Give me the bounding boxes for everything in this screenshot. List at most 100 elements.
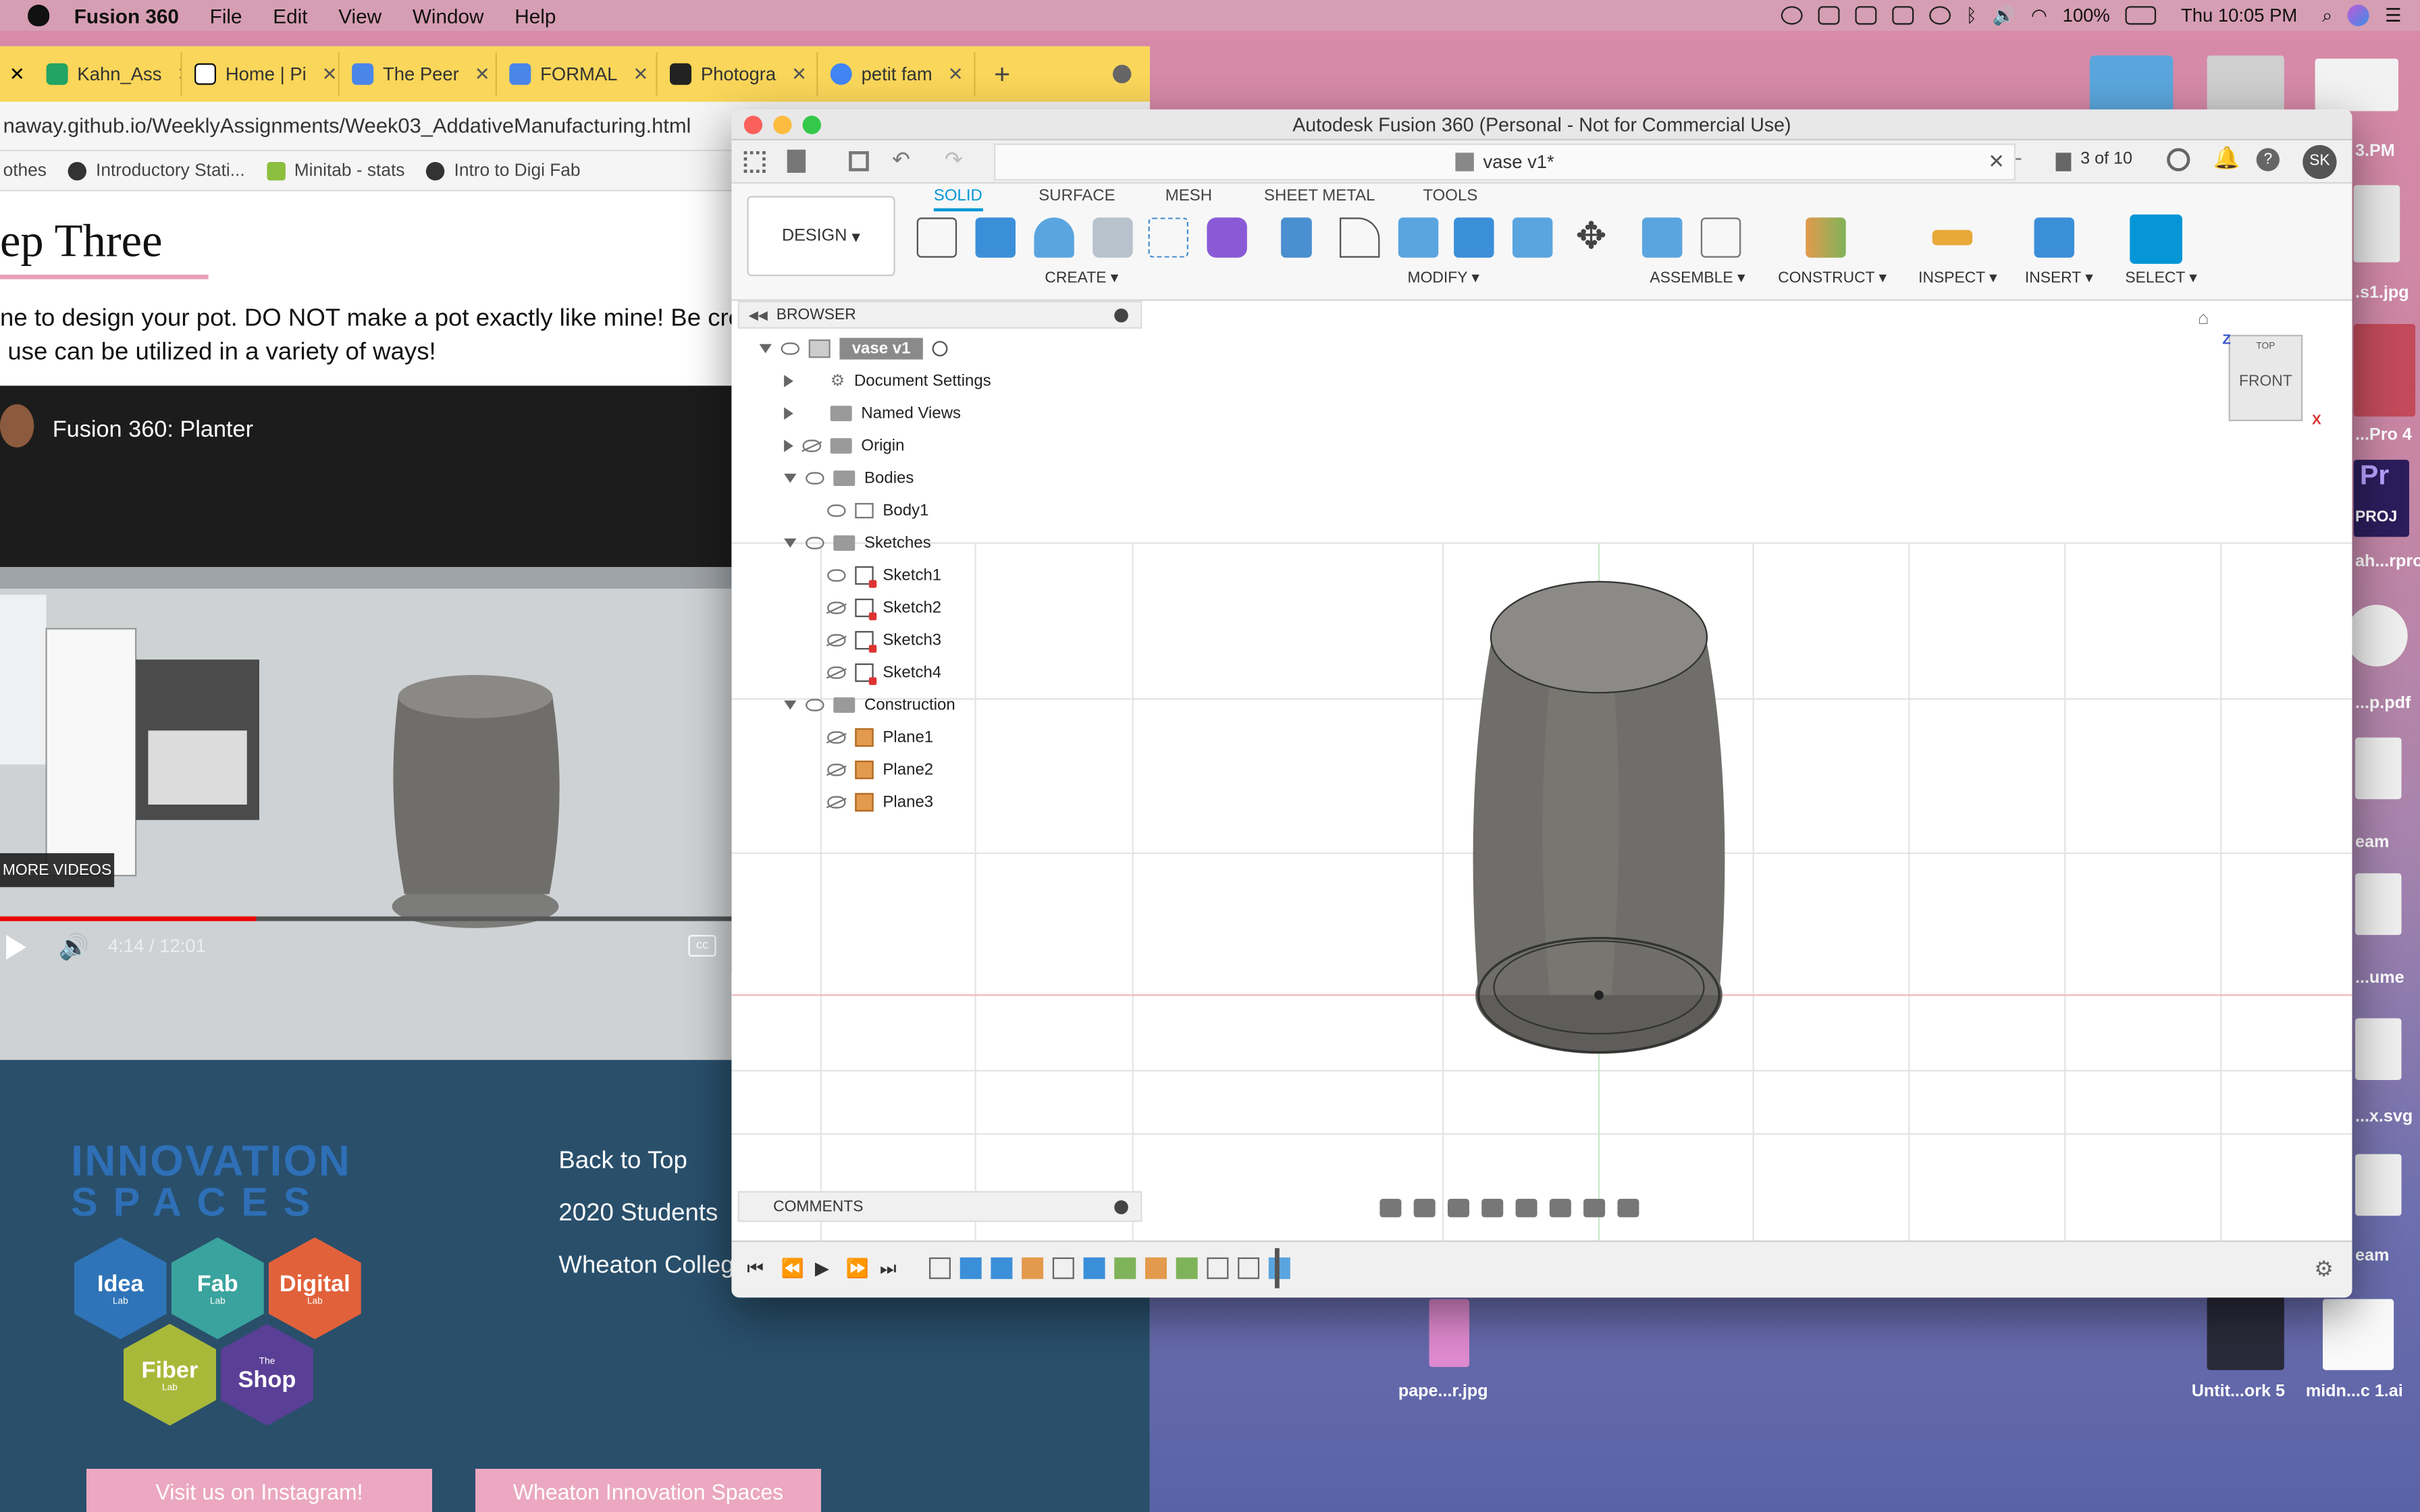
group-assemble[interactable]: ASSEMBLE ▾	[1650, 270, 1745, 287]
form-icon[interactable]	[1207, 217, 1247, 258]
visibility-off-icon[interactable]	[802, 439, 821, 452]
display-settings-icon[interactable]	[1549, 1198, 1571, 1218]
tree-item[interactable]: Sketches	[784, 529, 931, 557]
tree-item[interactable]: Plane3	[809, 788, 933, 816]
tree-item[interactable]: Sketch1	[809, 562, 941, 589]
tab-solid[interactable]: SOLID	[933, 187, 982, 212]
more-videos-button[interactable]: MORE VIDEOS	[0, 853, 115, 888]
timeline-step-sketch[interactable]	[1238, 1257, 1260, 1279]
timeline-step-plane[interactable]	[1114, 1257, 1136, 1279]
desktop-thumb-pink[interactable]	[1429, 1299, 1469, 1368]
footer-link-top[interactable]: Back to Top	[558, 1148, 687, 1176]
expanded-arrow-icon[interactable]	[784, 700, 797, 710]
expanded-arrow-icon[interactable]	[784, 473, 797, 483]
grid-icon[interactable]	[743, 151, 766, 173]
measure-icon[interactable]	[1932, 230, 1973, 246]
visibility-icon[interactable]	[806, 537, 824, 549]
expand-arrow-icon[interactable]	[784, 375, 793, 387]
browser-tab-2[interactable]: Home | Pi ✕	[182, 52, 340, 96]
tree-item[interactable]: Plane1	[809, 724, 933, 751]
tree-item[interactable]: Bodies	[784, 464, 914, 492]
tab-surface[interactable]: SURFACE	[1038, 187, 1115, 205]
volume-icon[interactable]: 🔊	[59, 932, 90, 963]
innovation-spaces-logo[interactable]: INNOVATION SPACES	[71, 1139, 351, 1222]
timeline-step-sketch[interactable]	[1052, 1257, 1074, 1279]
bell-icon[interactable]: 🔔	[2213, 145, 2240, 171]
clock[interactable]: Thu 10:05 PM	[2181, 5, 2297, 26]
expand-arrow-icon[interactable]	[784, 407, 793, 420]
view-cube[interactable]: TOP FRONT	[2228, 334, 2303, 421]
menu-help[interactable]: Help	[515, 4, 556, 27]
expanded-arrow-icon[interactable]	[784, 538, 797, 548]
folder-icon[interactable]	[2089, 55, 2174, 117]
battery-icon[interactable]	[2125, 6, 2157, 25]
tab-mesh[interactable]: MESH	[1165, 187, 1212, 205]
timeline-step-loft[interactable]	[1083, 1257, 1105, 1279]
visibility-icon[interactable]	[781, 342, 799, 355]
help-icon[interactable]: ?	[2256, 148, 2280, 171]
fillet-icon[interactable]	[1339, 217, 1380, 258]
creative-cloud-icon[interactable]	[1781, 6, 1803, 25]
minimize-icon[interactable]	[1114, 307, 1128, 322]
minimize-window-button[interactable]	[773, 115, 792, 134]
bookmark-1[interactable]: othes	[3, 161, 47, 180]
menu-file[interactable]: File	[210, 4, 242, 27]
tree-item[interactable]: Sketch4	[809, 659, 941, 686]
tree-item[interactable]: Sketch3	[809, 626, 941, 654]
shell-icon[interactable]	[1398, 217, 1439, 258]
browser-tab-5[interactable]: Photogra ✕	[658, 52, 818, 96]
new-component-icon[interactable]	[1641, 217, 1683, 258]
tree-item[interactable]: Named Views	[784, 400, 961, 427]
airplay-icon[interactable]	[1891, 6, 1914, 25]
timeline-marker[interactable]	[1274, 1248, 1280, 1289]
pattern-icon[interactable]	[1148, 217, 1188, 258]
menu-view[interactable]: View	[338, 4, 382, 27]
visibility-icon[interactable]	[827, 569, 846, 582]
create-sketch-icon[interactable]	[916, 217, 957, 258]
captions-icon[interactable]: cc	[688, 935, 716, 957]
desktop-thumb-file3[interactable]	[2355, 1018, 2402, 1080]
select-icon[interactable]	[2130, 214, 2182, 264]
innovation-spaces-button[interactable]: Wheaton Innovation Spaces	[475, 1468, 821, 1512]
workspace-switcher[interactable]: DESIGN ▾	[747, 196, 895, 277]
close-icon[interactable]: ✕	[948, 63, 964, 85]
comments-panel[interactable]: COMMENTS	[737, 1191, 1142, 1222]
group-insert[interactable]: INSERT ▾	[2025, 270, 2093, 287]
close-icon[interactable]: ✕	[633, 63, 648, 85]
combine-icon[interactable]	[1454, 217, 1494, 258]
desktop-thumb-file1[interactable]	[2355, 737, 2402, 799]
close-icon[interactable]: ✕	[0, 63, 34, 85]
visibility-icon[interactable]	[806, 472, 824, 485]
desktop-thumb-photo[interactable]	[2207, 55, 2284, 111]
tree-item[interactable]: Origin	[784, 432, 904, 460]
volume-icon[interactable]: 🔊	[1993, 5, 2016, 26]
timeline-step-extrude[interactable]	[959, 1257, 982, 1279]
pan-icon[interactable]	[1447, 1198, 1469, 1218]
look-at-icon[interactable]	[1413, 1198, 1436, 1218]
hole-icon[interactable]	[1093, 217, 1133, 258]
timeline-step-sketch[interactable]	[928, 1257, 951, 1279]
footer-link-students[interactable]: 2020 Students	[558, 1200, 718, 1228]
collapse-icon[interactable]: ◀◀	[749, 308, 768, 322]
browser-panel-header[interactable]: ◀◀ BROWSER	[737, 300, 1142, 329]
desktop-thumb-bw[interactable]	[2353, 185, 2400, 263]
expanded-arrow-icon[interactable]	[759, 344, 772, 354]
wifi-icon[interactable]: ◠	[2031, 5, 2047, 26]
video-avatar[interactable]	[0, 404, 34, 448]
group-inspect[interactable]: INSPECT ▾	[1918, 270, 1997, 287]
desktop-thumb-circle[interactable]	[2346, 604, 2408, 667]
visibility-icon[interactable]	[806, 699, 824, 711]
video-title[interactable]: Fusion 360: Planter	[53, 416, 253, 443]
bookmark-3[interactable]: Minitab - stats	[266, 161, 404, 180]
timeline-step-extrude[interactable]	[991, 1257, 1013, 1279]
browser-tab-1[interactable]: Kahn_Ass✕	[34, 52, 182, 96]
timeline-step-plane[interactable]	[1145, 1257, 1167, 1279]
timeline-play-icon[interactable]: ▶	[815, 1258, 829, 1279]
job-status[interactable]: 3 of 10	[2080, 150, 2132, 168]
visibility-off-icon[interactable]	[827, 666, 846, 679]
tree-item[interactable]: Construction	[784, 691, 955, 719]
desktop-thumb-doc[interactable]	[2315, 58, 2398, 111]
display-icon[interactable]	[1854, 6, 1876, 25]
desktop-thumb-red[interactable]	[2353, 323, 2416, 417]
timeline-prev-icon[interactable]: ⏪	[781, 1258, 804, 1279]
